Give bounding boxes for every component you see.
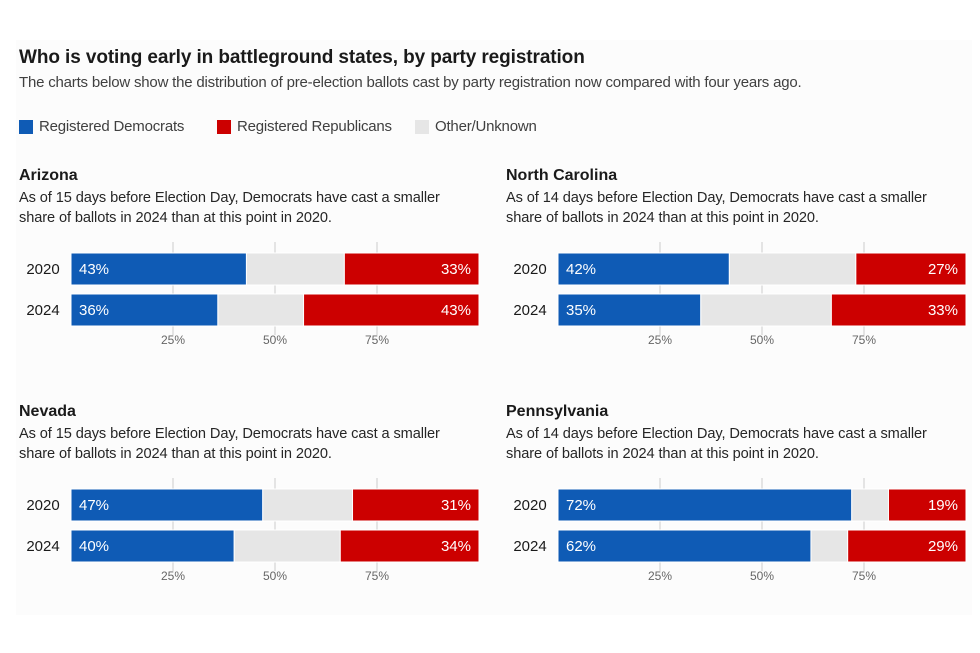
bar-segment-other-unknown-2020: [245, 252, 345, 286]
panel-description: As of 15 days before Election Day, Democ…: [19, 190, 440, 226]
legend-label-other: Other/Unknown: [435, 118, 537, 135]
year-label-2024: 2024: [26, 302, 59, 319]
bar-segment-other-unknown-2024: [700, 293, 832, 327]
x-tick-label: 75%: [852, 333, 876, 347]
data-label-republicans-2024: 43%: [441, 302, 471, 319]
legend-item-democrats: Registered Democrats: [19, 118, 184, 135]
data-label-republicans-2024: 33%: [928, 302, 958, 319]
bar-segment-other-unknown-2020: [851, 488, 889, 522]
data-label-republicans-2020: 19%: [928, 497, 958, 514]
data-label-democrats-2020: 47%: [79, 497, 109, 514]
x-tick-label: 25%: [648, 569, 672, 583]
data-label-republicans-2024: 34%: [441, 538, 471, 555]
x-tick-label: 75%: [365, 569, 389, 583]
x-tick-label: 25%: [161, 569, 185, 583]
legend-swatch-other: [415, 119, 429, 134]
x-tick-label: 75%: [365, 333, 389, 347]
data-label-republicans-2020: 27%: [928, 261, 958, 278]
panel-north-carolina: North Carolina As of 14 days before Elec…: [506, 167, 976, 367]
panel-description: As of 15 days before Election Day, Democ…: [19, 426, 440, 462]
bar-chart-arizona: 25% 50% 75% 2020 43% 33% 2024 36% 43%: [26, 242, 480, 347]
bar-segment-other-unknown-2020: [728, 252, 857, 286]
data-label-republicans-2024: 29%: [928, 538, 958, 555]
x-tick-label: 50%: [750, 333, 774, 347]
data-label-democrats-2024: 62%: [566, 538, 596, 555]
legend-item-other: Other/Unknown: [415, 118, 537, 135]
panel-nevada: Nevada As of 15 days before Election Day…: [19, 403, 489, 603]
x-tick-label: 50%: [750, 569, 774, 583]
data-label-democrats-2020: 42%: [566, 261, 596, 278]
panel-title: Arizona: [19, 167, 78, 184]
chart-subtitle: The charts below show the distribution o…: [19, 74, 802, 91]
bar-segment-other-unknown-2024: [810, 529, 849, 563]
year-label-2020: 2020: [26, 497, 59, 514]
x-tick-label: 50%: [263, 333, 287, 347]
bar-segment-other-unknown-2024: [233, 529, 341, 563]
legend-swatch-republicans: [217, 119, 231, 134]
legend-item-republicans: Registered Republicans: [217, 118, 392, 135]
year-label-2024: 2024: [513, 302, 546, 319]
x-tick-label: 75%: [852, 569, 876, 583]
bar-segment-other-unknown-2024: [217, 293, 305, 327]
year-label-2020: 2020: [513, 497, 546, 514]
year-label-2024: 2024: [26, 538, 59, 555]
bar-chart-nevada: 25% 50% 75% 2020 47% 31% 2024 40% 34%: [26, 478, 480, 583]
panel-description: As of 14 days before Election Day, Democ…: [506, 426, 927, 462]
x-tick-label: 25%: [161, 333, 185, 347]
bar-segment-registered-democrats-2020: [557, 488, 853, 522]
panel-description: As of 14 days before Election Day, Democ…: [506, 190, 927, 226]
year-label-2020: 2020: [513, 261, 546, 278]
panel-title: Nevada: [19, 403, 76, 420]
data-label-republicans-2020: 31%: [441, 497, 471, 514]
data-label-democrats-2024: 35%: [566, 302, 596, 319]
x-tick-label: 25%: [648, 333, 672, 347]
bar-segment-other-unknown-2020: [262, 488, 354, 522]
panel-arizona: Arizona As of 15 days before Election Da…: [19, 167, 489, 367]
data-label-democrats-2020: 43%: [79, 261, 109, 278]
data-label-democrats-2024: 36%: [79, 302, 109, 319]
legend-label-republicans: Registered Republicans: [237, 118, 392, 135]
legend-label-democrats: Registered Democrats: [39, 118, 185, 135]
panel-title: North Carolina: [506, 167, 618, 184]
chart-title: Who is voting early in battleground stat…: [19, 47, 585, 68]
bar-chart-north-carolina: 25% 50% 75% 2020 42% 27% 2024 35% 33%: [513, 242, 967, 347]
bar-chart-pennsylvania: 25% 50% 75% 2020 72% 19% 2024 62% 29%: [513, 478, 967, 583]
data-label-democrats-2020: 72%: [566, 497, 596, 514]
panel-title: Pennsylvania: [506, 403, 609, 420]
data-label-democrats-2024: 40%: [79, 538, 109, 555]
legend-swatch-democrats: [19, 119, 33, 134]
x-tick-label: 50%: [263, 569, 287, 583]
data-label-republicans-2020: 33%: [441, 261, 471, 278]
year-label-2020: 2020: [26, 261, 59, 278]
panel-pennsylvania: Pennsylvania As of 14 days before Electi…: [506, 403, 976, 603]
year-label-2024: 2024: [513, 538, 546, 555]
